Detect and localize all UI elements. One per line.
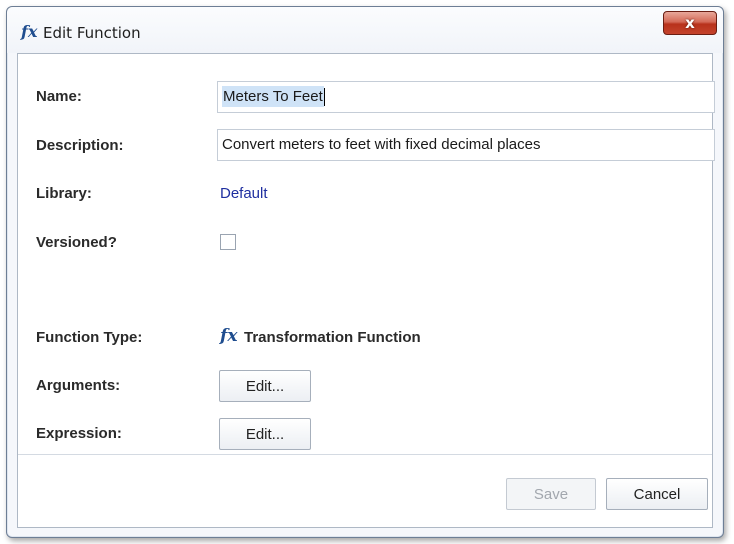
edit-function-dialog: fx Edit Function x Name: Meters To Feet …	[6, 6, 724, 538]
dialog-body: Name: Meters To Feet Description: Conver…	[17, 53, 715, 528]
function-type-label: Function Type:	[36, 329, 143, 346]
fx-icon: fx	[21, 22, 38, 41]
description-label: Description:	[36, 137, 124, 154]
versioned-checkbox[interactable]	[220, 234, 236, 250]
name-field[interactable]: Meters To Feet	[217, 81, 715, 113]
arguments-label: Arguments:	[36, 377, 121, 394]
text-caret	[323, 88, 325, 107]
fx-icon: fx	[220, 326, 238, 346]
cancel-button[interactable]: Cancel	[606, 478, 708, 510]
name-value: Meters To Feet	[222, 86, 324, 107]
expression-label: Expression:	[36, 425, 122, 442]
save-button[interactable]: Save	[506, 478, 596, 510]
name-label: Name:	[36, 88, 82, 105]
arguments-edit-button[interactable]: Edit...	[219, 370, 311, 402]
library-link[interactable]: Default	[220, 185, 268, 203]
function-type-value: Transformation Function	[244, 329, 421, 346]
title-bar[interactable]: fx Edit Function x	[7, 7, 723, 53]
description-field[interactable]: Convert meters to feet with fixed decima…	[217, 129, 715, 161]
dialog-title: Edit Function	[43, 24, 141, 42]
versioned-label: Versioned?	[36, 234, 117, 251]
footer-separator	[18, 454, 712, 455]
expression-edit-button[interactable]: Edit...	[219, 418, 311, 450]
close-icon: x	[685, 13, 695, 32]
library-label: Library:	[36, 185, 92, 202]
close-button[interactable]: x	[663, 11, 717, 35]
description-value: Convert meters to feet with fixed decima…	[222, 136, 541, 153]
